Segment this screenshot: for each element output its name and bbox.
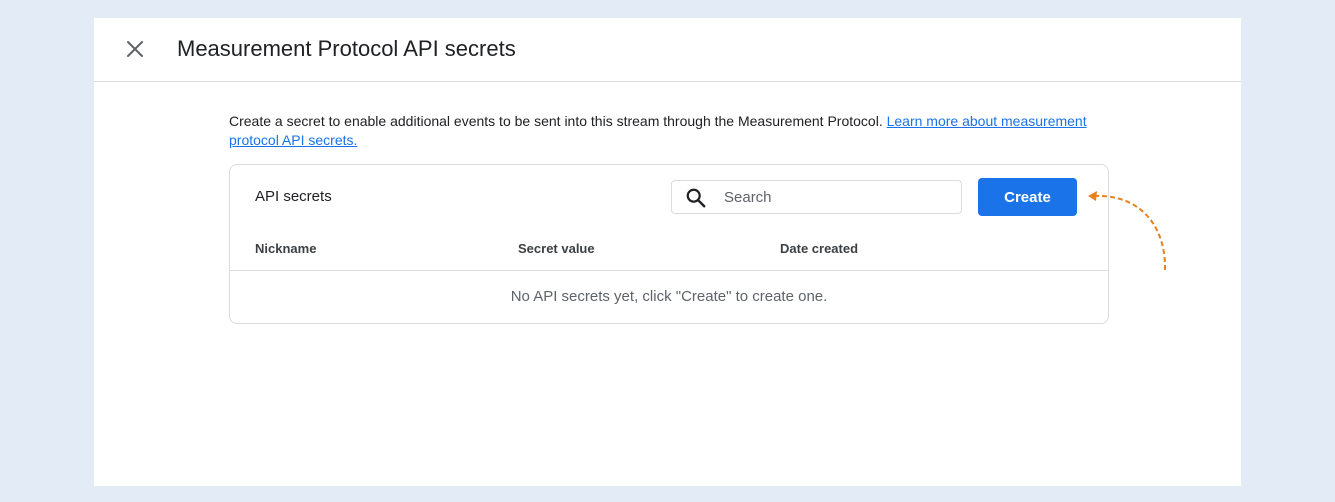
description-text: Create a secret to enable additional eve… — [229, 113, 883, 129]
api-secrets-card: API secrets Create Nickname Secret value… — [229, 164, 1109, 324]
search-box[interactable] — [671, 180, 962, 214]
dialog-header: Measurement Protocol API secrets — [94, 18, 1241, 82]
column-date-created[interactable]: Date created — [780, 241, 858, 256]
empty-state-message: No API secrets yet, click "Create" to cr… — [510, 288, 828, 305]
close-button[interactable] — [120, 34, 150, 64]
description: Create a secret to enable additional eve… — [229, 112, 1089, 150]
column-secret-value[interactable]: Secret value — [518, 241, 595, 256]
search-input[interactable] — [724, 185, 952, 209]
column-nickname[interactable]: Nickname — [255, 241, 316, 256]
close-icon — [127, 41, 143, 57]
table-header: Nickname Secret value Date created — [230, 235, 1108, 271]
card-title: API secrets — [255, 188, 332, 205]
create-button[interactable]: Create — [978, 178, 1077, 216]
annotation-arrow-icon — [1088, 191, 1167, 271]
dialog-title: Measurement Protocol API secrets — [177, 36, 516, 61]
dialog-panel: Measurement Protocol API secrets Create … — [94, 18, 1241, 486]
search-icon — [686, 188, 706, 208]
